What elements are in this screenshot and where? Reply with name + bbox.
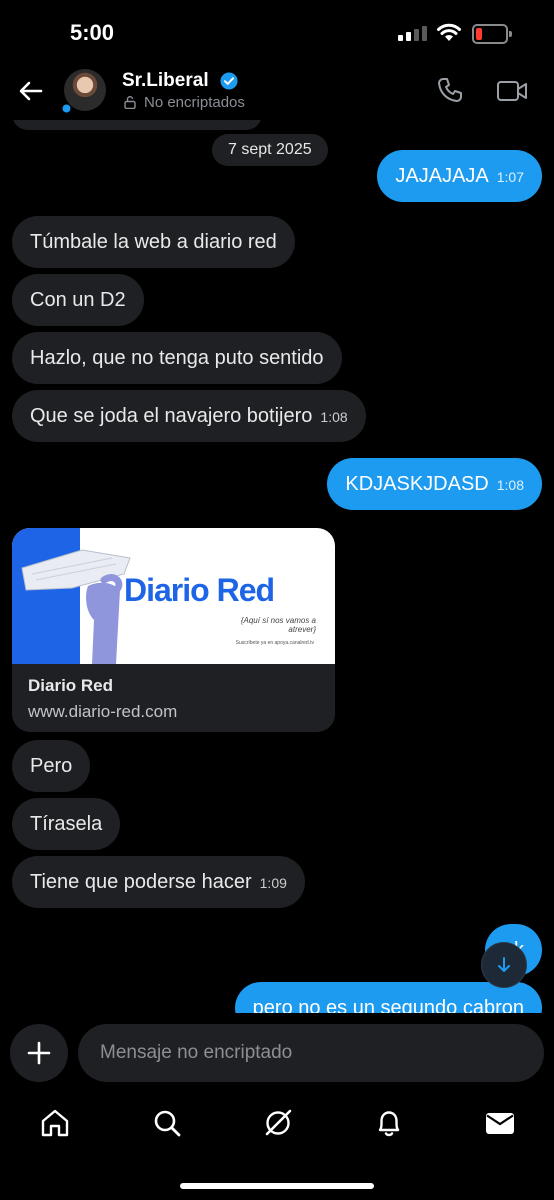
mail-icon[interactable] [483, 1106, 517, 1140]
wifi-icon [437, 23, 461, 41]
cellular-signal-icon [398, 26, 427, 41]
scroll-to-bottom-button[interactable] [481, 942, 527, 988]
message-text: Con un D2 [30, 289, 126, 311]
video-call-icon[interactable] [496, 78, 528, 104]
home-indicator [180, 1183, 374, 1189]
message-text: Túmbale la web a diario red [30, 231, 277, 253]
home-icon[interactable] [38, 1106, 72, 1140]
message-text: JAJAJAJA [395, 165, 489, 187]
bottom-tab-bar [0, 1096, 554, 1152]
preview-logo-text: Diario Red [124, 572, 275, 608]
encryption-status: No encriptados [144, 94, 245, 111]
link-preview-url: www.diario-red.com [28, 702, 178, 721]
link-preview-card[interactable]: Diario Red {Aquí sí nos vamos a atrever}… [12, 528, 335, 732]
bell-icon[interactable] [372, 1106, 406, 1140]
message-time: 1:08 [496, 477, 524, 493]
message-input[interactable] [78, 1024, 544, 1082]
preview-subscribe-text: Suscríbete ya en apoya.canalred.tv [235, 640, 314, 646]
message-bubble-outgoing[interactable]: JAJAJAJA 1:07 [377, 150, 542, 202]
message-text: Hazlo, que no tenga puto sentido [30, 347, 324, 369]
plus-icon [27, 1041, 51, 1065]
contact-name[interactable]: Sr.Liberal [122, 70, 209, 92]
message-bubble-incoming[interactable]: Tiene que poderse hacer 1:09 [12, 856, 305, 908]
notification-dot-icon [62, 104, 71, 113]
message-text: Que se joda el navajero botijero [30, 405, 313, 427]
phone-call-icon[interactable] [436, 76, 464, 104]
link-preview-image: Diario Red {Aquí sí nos vamos a atrever}… [12, 528, 335, 664]
arrow-down-icon [498, 957, 510, 972]
message-list[interactable]: 7 sept 2025 JAJAJAJA 1:07 Túmbale la web … [0, 120, 554, 1013]
message-bubble-outgoing[interactable]: KDJASKJDASD 1:08 [327, 458, 542, 510]
preview-tagline: {Aquí sí nos vamos a atrever} [240, 616, 316, 634]
grok-icon[interactable] [261, 1106, 295, 1140]
message-bubble-incoming[interactable]: Hazlo, que no tenga puto sentido [12, 332, 342, 384]
battery-icon [472, 24, 512, 44]
open-lock-icon [124, 96, 136, 109]
message-time: 1:07 [496, 169, 524, 185]
verified-badge-icon [220, 72, 238, 90]
message-text: pero no es un segundo cabron [252, 997, 524, 1013]
message-text: Pero [30, 755, 73, 777]
status-bar: 5:00 [0, 0, 554, 64]
message-text: KDJASKJDASD [345, 473, 489, 495]
message-bubble-cutoff [12, 120, 262, 130]
message-bubble-incoming[interactable]: Túmbale la web a diario red [12, 216, 295, 268]
message-text: Tírasela [30, 813, 103, 835]
message-time: 1:08 [320, 409, 348, 425]
message-bubble-incoming[interactable]: Que se joda el navajero botijero 1:08 [12, 390, 366, 442]
search-icon[interactable] [150, 1106, 184, 1140]
status-time: 5:00 [70, 20, 115, 45]
message-text: Tiene que poderse hacer [30, 871, 252, 893]
add-attachment-button[interactable] [10, 1024, 68, 1082]
message-bubble-incoming[interactable]: Con un D2 [12, 274, 144, 326]
message-bubble-incoming[interactable]: Pero [12, 740, 91, 792]
chat-header: Sr.Liberal No encriptados [0, 64, 554, 120]
link-preview-title: Diario Red [28, 676, 114, 695]
message-bubble-incoming[interactable]: Tírasela [12, 798, 121, 850]
message-composer [0, 1022, 554, 1084]
date-divider: 7 sept 2025 [212, 134, 328, 166]
back-arrow-icon[interactable] [16, 76, 46, 106]
message-time: 1:09 [259, 875, 287, 891]
